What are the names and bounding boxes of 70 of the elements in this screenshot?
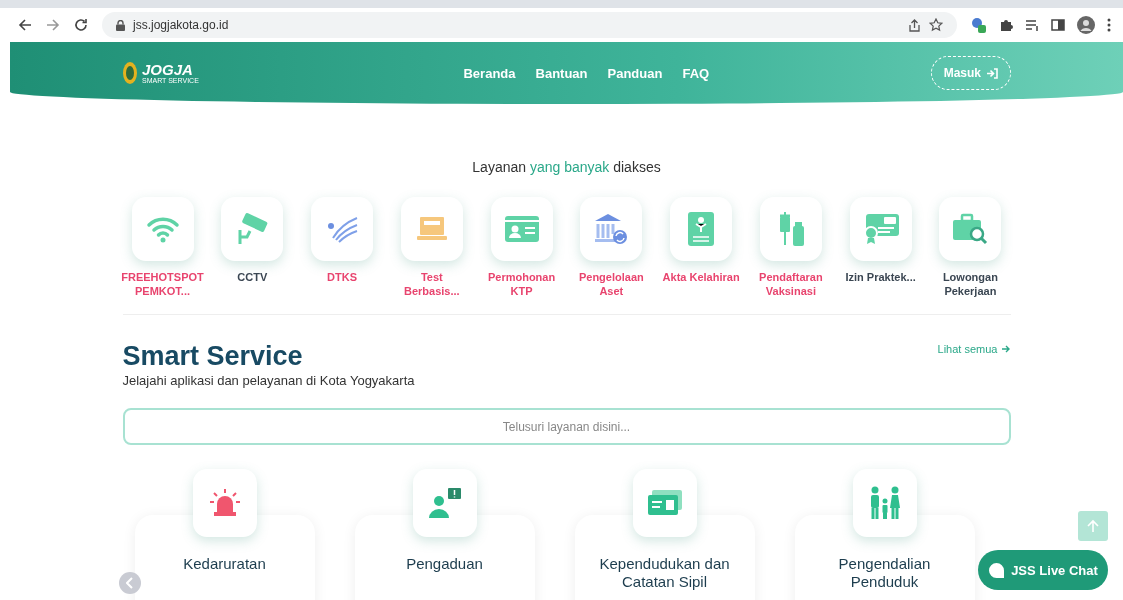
category-label: Kedaruratan	[183, 555, 266, 574]
carousel-prev-button[interactable]	[119, 572, 141, 594]
category-label: Pengaduan	[406, 555, 483, 574]
reading-list-icon[interactable]	[1025, 18, 1039, 32]
service-tile[interactable]	[759, 197, 822, 261]
service-label[interactable]: Izin Praktek...	[845, 270, 916, 284]
briefcase-search-icon	[952, 213, 989, 245]
emblem-icon	[122, 61, 138, 85]
address-bar[interactable]: jss.jogjakota.go.id	[102, 12, 957, 38]
wifi-icon	[145, 215, 180, 243]
service-tile[interactable]	[400, 197, 463, 261]
extension-icon[interactable]	[971, 17, 987, 33]
laptop-icon	[414, 215, 449, 243]
service-label[interactable]: Akta Kelahiran	[662, 270, 740, 284]
nav-link[interactable]: Beranda	[463, 65, 516, 81]
service-tile[interactable]	[490, 197, 553, 261]
url-text: jss.jogjakota.go.id	[133, 18, 229, 32]
service-label[interactable]: Lowongan Pekerjaan	[930, 270, 1011, 298]
service-label[interactable]: CCTV	[237, 270, 268, 284]
category-label: Kependudukan dan Catatan Sipil	[598, 555, 731, 592]
chevron-left-icon	[126, 577, 134, 589]
menu-icon[interactable]	[1107, 18, 1111, 32]
arrow-up-icon	[1087, 519, 1099, 533]
back-icon[interactable]	[18, 18, 32, 32]
service-tile[interactable]	[849, 197, 912, 261]
service-label[interactable]: Test Berbasis...	[391, 270, 472, 298]
star-icon[interactable]	[929, 18, 943, 32]
swoosh-icon	[325, 214, 360, 244]
service-tile[interactable]	[580, 197, 643, 261]
service-label[interactable]: DTKS	[327, 270, 357, 284]
section-subtitle: Jelajahi aplikasi dan pelayanan di Kota Yogyakarta	[122, 373, 415, 388]
arrow-right-icon	[1001, 345, 1011, 353]
service-tile[interactable]	[311, 197, 374, 261]
certificate-icon	[687, 211, 716, 247]
service-label[interactable]: Pengelolaan Aset	[571, 270, 652, 298]
section-heading: Layanan yang banyak diakses	[471, 159, 662, 175]
live-chat-button[interactable]: JSS Live Chat	[978, 550, 1108, 590]
service-tile[interactable]	[131, 197, 194, 261]
category-card[interactable]: Pengendalian Penduduk	[794, 515, 975, 600]
category-card[interactable]: Kependudukan dan Catatan Sipil	[574, 515, 755, 600]
person-message-icon	[427, 487, 462, 519]
service-label[interactable]: Permohonan KTP	[481, 270, 562, 298]
avatar-icon[interactable]	[1077, 16, 1095, 34]
service-tile[interactable]	[221, 197, 284, 261]
service-label[interactable]: Pendaftaran Vaksinasi	[750, 270, 831, 298]
nav-link[interactable]: FAQ	[682, 65, 710, 81]
puzzle-icon[interactable]	[999, 18, 1013, 32]
nav-link[interactable]: Panduan	[607, 65, 663, 81]
logo-title: JOGJA	[142, 62, 194, 77]
section-title: Smart Service	[122, 341, 304, 371]
service-tile[interactable]	[670, 197, 733, 261]
service-tile[interactable]	[939, 197, 1002, 261]
category-label: Pengendalian Penduduk	[837, 555, 932, 592]
building-icon	[593, 212, 630, 246]
reload-icon[interactable]	[74, 18, 88, 32]
forward-icon[interactable]	[46, 18, 60, 32]
login-icon	[986, 67, 998, 79]
id-card-icon	[503, 215, 540, 243]
siren-icon	[208, 488, 241, 518]
service-label[interactable]: FREEHOTSPOT PEMKOT...	[121, 270, 204, 298]
lock-icon	[116, 19, 125, 31]
category-card[interactable]: Kedaruratan	[134, 515, 315, 600]
nav-link[interactable]: Bantuan	[535, 65, 588, 81]
side-panel-icon[interactable]	[1051, 18, 1065, 32]
see-all-link[interactable]: Lihat semua	[937, 343, 1011, 355]
share-icon[interactable]	[908, 18, 921, 32]
chat-bubble-icon	[988, 561, 1006, 579]
id-cards-icon	[646, 489, 683, 517]
category-card[interactable]: Pengaduan	[354, 515, 535, 600]
search-field[interactable]: Telusuri layanan disini...	[122, 408, 1011, 445]
